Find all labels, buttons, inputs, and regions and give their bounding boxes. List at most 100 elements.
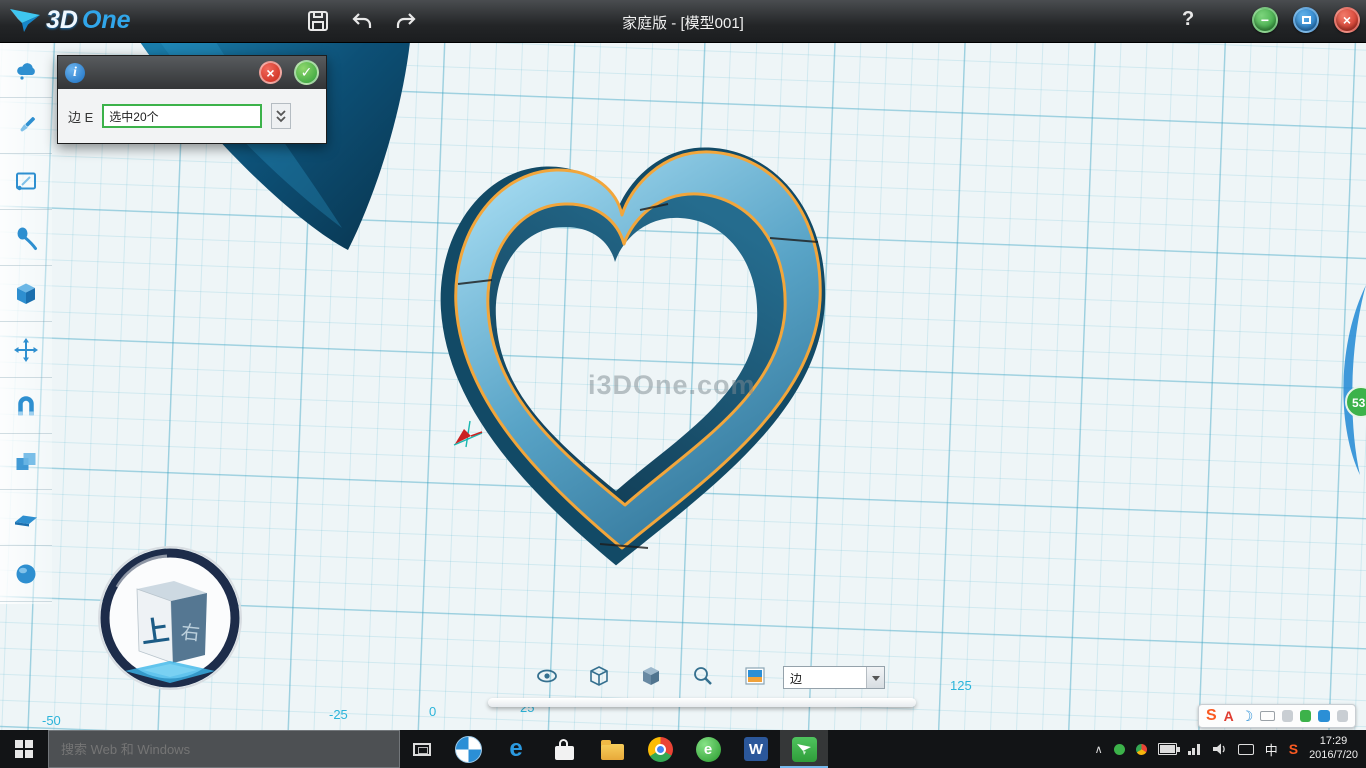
chevron-down-icon[interactable] [866, 667, 884, 688]
app-3done-active[interactable] [780, 730, 828, 768]
task-view-button[interactable] [400, 730, 444, 768]
axis-label: -25 [329, 707, 348, 722]
touch-keyboard-icon[interactable] [1238, 744, 1254, 755]
pinned-apps: e e W [444, 730, 828, 768]
save-button[interactable] [306, 9, 330, 33]
dialog-body: 边 E [58, 89, 326, 143]
pinwheel-app-icon [455, 736, 482, 763]
app-edge[interactable]: e [492, 730, 540, 768]
date-text: 2016/7/20 [1309, 749, 1358, 763]
app-file-explorer[interactable] [588, 730, 636, 768]
ime-toolbar: S A ☽ [1198, 704, 1356, 728]
logo-text-one: One [82, 6, 131, 35]
redo-button[interactable] [394, 9, 418, 33]
battery-icon[interactable] [1158, 743, 1177, 755]
edge-field-label: 边 E [68, 107, 93, 126]
render-image-icon[interactable] [743, 664, 767, 688]
start-button[interactable] [0, 730, 48, 768]
section-icon[interactable] [0, 490, 52, 546]
magnet-icon[interactable] [0, 378, 52, 434]
shaded-mode-icon[interactable] [639, 664, 663, 688]
solid-cube-icon[interactable] [0, 266, 52, 322]
display-mode-value: 边 [784, 667, 866, 688]
combine-icon[interactable] [0, 434, 52, 490]
app-chrome[interactable] [636, 730, 684, 768]
expand-chevron-icon[interactable] [271, 103, 291, 129]
soft-keyboard-icon[interactable] [1260, 711, 1274, 721]
origin-axis-marker[interactable] [454, 421, 482, 447]
selection-count-input[interactable] [102, 104, 262, 128]
toolbox-icon[interactable] [1300, 710, 1311, 722]
task-view-icon [413, 743, 431, 756]
title-bar: 3DOne 家庭版 - [模型001] ? − × [0, 0, 1366, 43]
settings-icon[interactable] [1337, 710, 1348, 722]
display-mode-select[interactable]: 边 [783, 666, 885, 689]
sogou-logo-icon[interactable]: S [1206, 708, 1217, 724]
visibility-eye-icon[interactable] [535, 664, 559, 688]
view-toolbar [535, 664, 767, 688]
dialog-header: i × ✓ [58, 56, 326, 89]
edge-icon: e [509, 737, 522, 761]
logo-text-3d: 3D [46, 6, 78, 35]
clock[interactable]: 17:29 2016/7/20 [1309, 735, 1358, 763]
view-cube[interactable]: 上 右 [95, 539, 245, 704]
zoom-icon[interactable] [691, 664, 715, 688]
3done-app-icon [792, 737, 817, 762]
ime-language-indicator[interactable]: 中 [1265, 740, 1278, 759]
horizontal-scrollbar[interactable] [488, 698, 916, 707]
heart-model[interactable] [441, 147, 826, 565]
symbols-icon[interactable] [1282, 710, 1293, 722]
sphere-icon[interactable] [0, 546, 52, 602]
axis-label: -50 [42, 713, 61, 728]
night-mode-icon[interactable]: ☽ [1241, 709, 1254, 723]
move-icon[interactable] [0, 322, 52, 378]
community-badge[interactable]: 53 [1346, 387, 1366, 417]
minimize-button[interactable]: − [1252, 7, 1278, 33]
restore-icon [1302, 16, 1311, 24]
chrome-icon [648, 737, 673, 762]
network-icon[interactable] [1188, 744, 1200, 755]
primitives-icon[interactable] [0, 42, 52, 98]
system-tray: ∧ 中 S 17:29 2016/7/20 [1095, 730, 1366, 768]
axis-label: 0 [429, 704, 436, 719]
document-title: 家庭版 - [模型001] [483, 12, 883, 33]
app-word[interactable]: W [732, 730, 780, 768]
skin-icon[interactable] [1318, 710, 1329, 722]
taskbar-search[interactable] [48, 730, 400, 768]
left-toolbar [0, 42, 52, 604]
utility-tray-icon[interactable] [1136, 744, 1147, 755]
volume-icon[interactable] [1211, 742, 1227, 756]
selection-dialog: i × ✓ 边 E [57, 55, 327, 144]
app-logo: 3DOne [8, 5, 131, 35]
viewcube-top-label: 上 [139, 614, 171, 649]
side-panel-handle[interactable] [1343, 285, 1366, 475]
app-pinwheel[interactable] [444, 730, 492, 768]
search-input[interactable] [59, 741, 389, 758]
sogou-tray-icon[interactable]: S [1289, 741, 1298, 757]
windows-logo-icon [15, 740, 33, 758]
tray-expand-icon[interactable]: ∧ [1095, 743, 1103, 756]
cancel-button[interactable]: × [259, 61, 282, 84]
info-icon: i [65, 63, 85, 83]
app-store[interactable] [540, 730, 588, 768]
app-green-browser[interactable]: e [684, 730, 732, 768]
time-text: 17:29 [1309, 735, 1358, 749]
maximize-button[interactable] [1293, 7, 1319, 33]
input-mode-icon[interactable]: A [1224, 709, 1234, 723]
close-button[interactable]: × [1334, 7, 1360, 33]
viewcube-right-label: 右 [180, 621, 201, 645]
green-browser-icon: e [696, 737, 721, 762]
store-bag-icon [555, 746, 574, 760]
wireframe-mode-icon[interactable] [587, 664, 611, 688]
paint-icon[interactable] [0, 98, 52, 154]
sketch-icon[interactable] [0, 154, 52, 210]
taskbar: e e W ∧ 中 S 17:29 2016/7/20 [0, 730, 1366, 768]
confirm-button[interactable]: ✓ [294, 60, 319, 85]
undo-button[interactable] [350, 9, 374, 33]
help-button[interactable]: ? [1182, 8, 1194, 31]
antivirus-tray-icon[interactable] [1114, 744, 1125, 755]
spoon-tool-icon[interactable] [0, 210, 52, 266]
folder-icon [601, 744, 624, 760]
watermark-text: i3DOne.com [588, 370, 756, 400]
svg-text:53: 53 [1352, 396, 1366, 410]
